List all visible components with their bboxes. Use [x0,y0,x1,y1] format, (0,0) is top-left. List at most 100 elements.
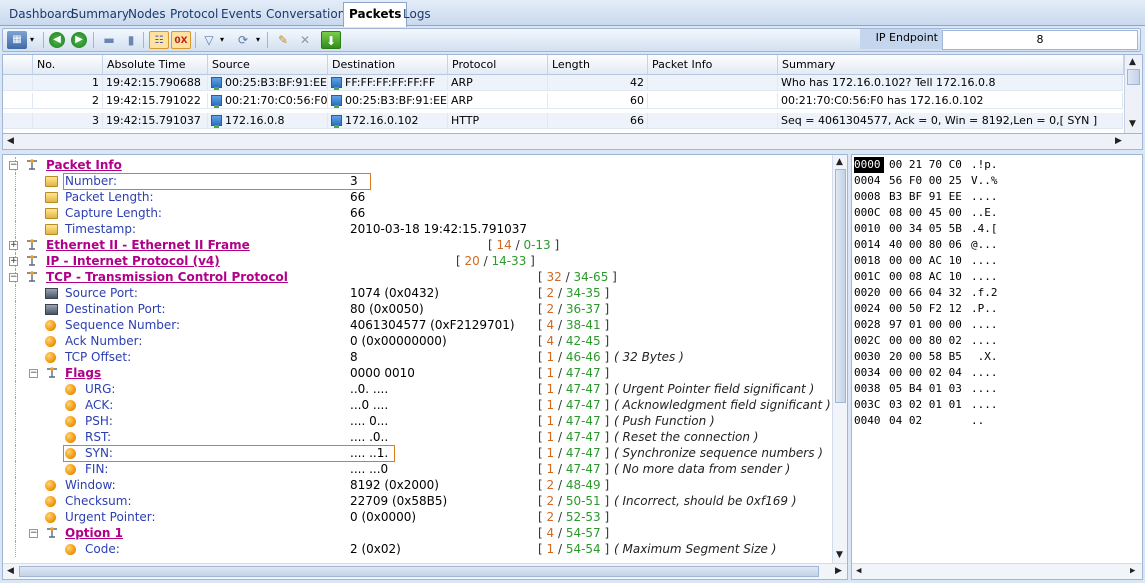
column-header-time[interactable]: Absolute Time [103,55,208,75]
tree-field-label[interactable]: Ack Number: [65,333,142,349]
hex-view-icon[interactable]: 0X [171,31,191,49]
back-arrow-icon[interactable]: ◀ [49,32,65,48]
grid-vertical-scrollbar[interactable]: ▲ ▼ [1124,55,1142,133]
tree-row[interactable]: FIN: .... ...0 [ 1 / 47-47 ] ( No more data… [3,461,831,477]
hex-horizontal-scrollbar[interactable]: ◀ ▶ [852,563,1142,579]
tree-row[interactable]: Code: 2 (0x02) [ 1 / 54-54 ] ( Maximum Segm… [3,541,831,557]
tree-field-label[interactable]: Packet Length: [65,189,154,205]
table-row[interactable]: 2 19:42:15.791022 00:21:70:C0:56:F0 00:2… [3,93,1123,109]
tree-section-label[interactable]: IP - Internet Protocol (v4) [46,253,220,269]
tree-row[interactable]: − Flags 0000 0010 [ 1 / 47-47 ] [3,365,831,381]
refresh-icon[interactable]: ⟳ [233,31,253,49]
tree-field-label[interactable]: TCP Offset: [65,349,131,365]
expand-icon[interactable]: + [9,241,18,250]
tree-field-label[interactable]: Timestamp: [65,221,136,237]
tree-field-label[interactable]: RST: [85,429,111,445]
column-header-summary[interactable]: Summary [778,55,1124,75]
scroll-left-icon[interactable]: ◀ [856,564,861,578]
tree-row[interactable]: + Ethernet II - Ethernet II Frame [ 14 / 0… [3,237,831,253]
scroll-right-icon[interactable]: ▶ [1130,564,1135,578]
column-header-no[interactable]: No. [33,55,103,75]
download-icon[interactable]: ⬇ [321,31,341,49]
tree-section-label[interactable]: Option 1 [65,525,123,541]
tree-row[interactable]: + IP - Internet Protocol (v4) [ 20 / 14-33… [3,253,831,269]
tree-row[interactable]: Capture Length: 66 [3,205,831,221]
tab-logs[interactable]: Logs [400,5,434,26]
layout-horizontal-icon[interactable]: ▬ [99,31,119,49]
tab-events[interactable]: Events [218,5,265,26]
scroll-left-icon[interactable]: ◀ [7,564,14,578]
column-header-source[interactable]: Source [208,55,328,75]
scroll-up-icon[interactable]: ▲ [1129,55,1136,69]
tree-field-label[interactable]: ACK: [85,397,113,413]
scroll-left-icon[interactable]: ◀ [7,134,14,148]
scroll-right-icon[interactable]: ▶ [835,564,842,578]
expand-icon[interactable]: + [9,257,18,266]
chevron-down-icon[interactable]: ▾ [253,31,263,49]
scroll-down-icon[interactable]: ▼ [836,548,843,562]
tree-section-label[interactable]: Flags [65,365,101,381]
scroll-down-icon[interactable]: ▼ [1129,117,1136,131]
chevron-down-icon[interactable]: ▾ [27,31,37,49]
tree-field-label[interactable]: FIN: [85,461,108,477]
tree-row[interactable]: Source Port: 1074 (0x0432) [ 2 / 34-35 ] [3,285,831,301]
tree-row[interactable]: Checksum: 22709 (0x58B5) [ 2 / 50-51 ] ( In… [3,493,831,509]
tree-field-label[interactable]: Window: [65,477,116,493]
tree-section-label[interactable]: Ethernet II - Ethernet II Frame [46,237,250,253]
column-header-packet-info[interactable]: Packet Info [648,55,778,75]
tab-protocol[interactable]: Protocol [167,5,221,26]
tree-row[interactable]: ACK: ...0 .... [ 1 / 47-47 ] ( Acknowledgme… [3,397,831,413]
save-menu-icon[interactable]: ▦ [7,31,27,49]
tree-row[interactable]: Window: 8192 (0x2000) [ 2 / 48-49 ] [3,477,831,493]
tree-row[interactable]: TCP Offset: 8 [ 1 / 46-46 ] ( 32 Bytes ) [3,349,831,365]
scroll-thumb[interactable] [1127,69,1140,85]
tree-row[interactable]: Timestamp: 2010-03-18 19:42:15.791037 [3,221,831,237]
tree-row[interactable]: Ack Number: 0 (0x00000000) [ 4 / 42-45 ] [3,333,831,349]
delete-icon[interactable]: ✕ [295,31,315,49]
tree-view-icon[interactable]: ☷ [149,31,169,49]
filter-icon[interactable]: ▽ [199,31,219,49]
tab-dashboard[interactable]: Dashboard [6,5,77,26]
scroll-right-icon[interactable]: ▶ [1115,134,1122,148]
collapse-icon[interactable]: − [9,161,18,170]
column-header-destination[interactable]: Destination [328,55,448,75]
table-row[interactable]: 1 19:42:15.790688 00:25:B3:BF:91:EE FF:F… [3,75,1123,91]
tree-vertical-scrollbar[interactable]: ▲ ▼ [832,155,847,563]
tree-row[interactable]: − Option 1 [ 4 / 54-57 ] [3,525,831,541]
scroll-up-icon[interactable]: ▲ [836,155,843,169]
tree-row[interactable]: Packet Length: 66 [3,189,831,205]
chevron-down-icon[interactable]: ▾ [217,31,227,49]
column-header-length[interactable]: Length [548,55,648,75]
collapse-icon[interactable]: − [29,369,38,378]
table-row-selected[interactable]: 3 19:42:15.791037 172.16.0.8 172.16.0.10… [3,113,1123,129]
tree-row[interactable]: URG: ..0. .... [ 1 / 47-47 ] ( Urgent Point… [3,381,831,397]
tree-row[interactable]: Sequence Number: 4061304577 (0xF2129701) [… [3,317,831,333]
scroll-thumb[interactable] [835,169,846,403]
tree-row[interactable]: PSH: .... 0... [ 1 / 47-47 ] ( Push Functio… [3,413,831,429]
tree-row[interactable]: − TCP - Transmission Control Protocol [ 32… [3,269,831,285]
collapse-icon[interactable]: − [9,273,18,282]
grid-horizontal-scrollbar[interactable]: ◀ ▶ [2,134,1143,150]
tree-field-label[interactable]: PSH: [85,413,113,429]
forward-arrow-icon[interactable]: ▶ [71,32,87,48]
tree-field-label[interactable]: Checksum: [65,493,132,509]
collapse-icon[interactable]: − [29,529,38,538]
tree-field-label[interactable]: Destination Port: [65,301,166,317]
column-header-indicator[interactable] [3,55,33,75]
tree-field-label[interactable]: Capture Length: [65,205,162,221]
tab-conversations[interactable]: Conversations [263,5,355,26]
layout-vertical-icon[interactable]: ▮ [121,31,141,49]
tree-row[interactable]: Urgent Pointer: 0 (0x0000) [ 2 / 52-53 ] [3,509,831,525]
tab-packets[interactable]: Packets [343,2,408,27]
tree-section-label[interactable]: TCP - Transmission Control Protocol [46,269,288,285]
tree-row[interactable]: − Packet Info [3,157,831,173]
tree-field-label[interactable]: URG: [85,381,115,397]
tree-row[interactable]: Destination Port: 80 (0x0050) [ 2 / 36-37 … [3,301,831,317]
edit-icon[interactable]: ✎ [273,31,293,49]
tree-field-label[interactable]: Code: [85,541,120,557]
tree-row[interactable]: RST: .... .0.. [ 1 / 47-47 ] ( Reset the co… [3,429,831,445]
ip-endpoint-value[interactable]: 8 [942,30,1138,50]
tab-nodes[interactable]: Nodes [125,5,169,26]
scroll-thumb[interactable] [19,566,819,577]
tree-horizontal-scrollbar[interactable]: ◀ ▶ [3,563,847,579]
